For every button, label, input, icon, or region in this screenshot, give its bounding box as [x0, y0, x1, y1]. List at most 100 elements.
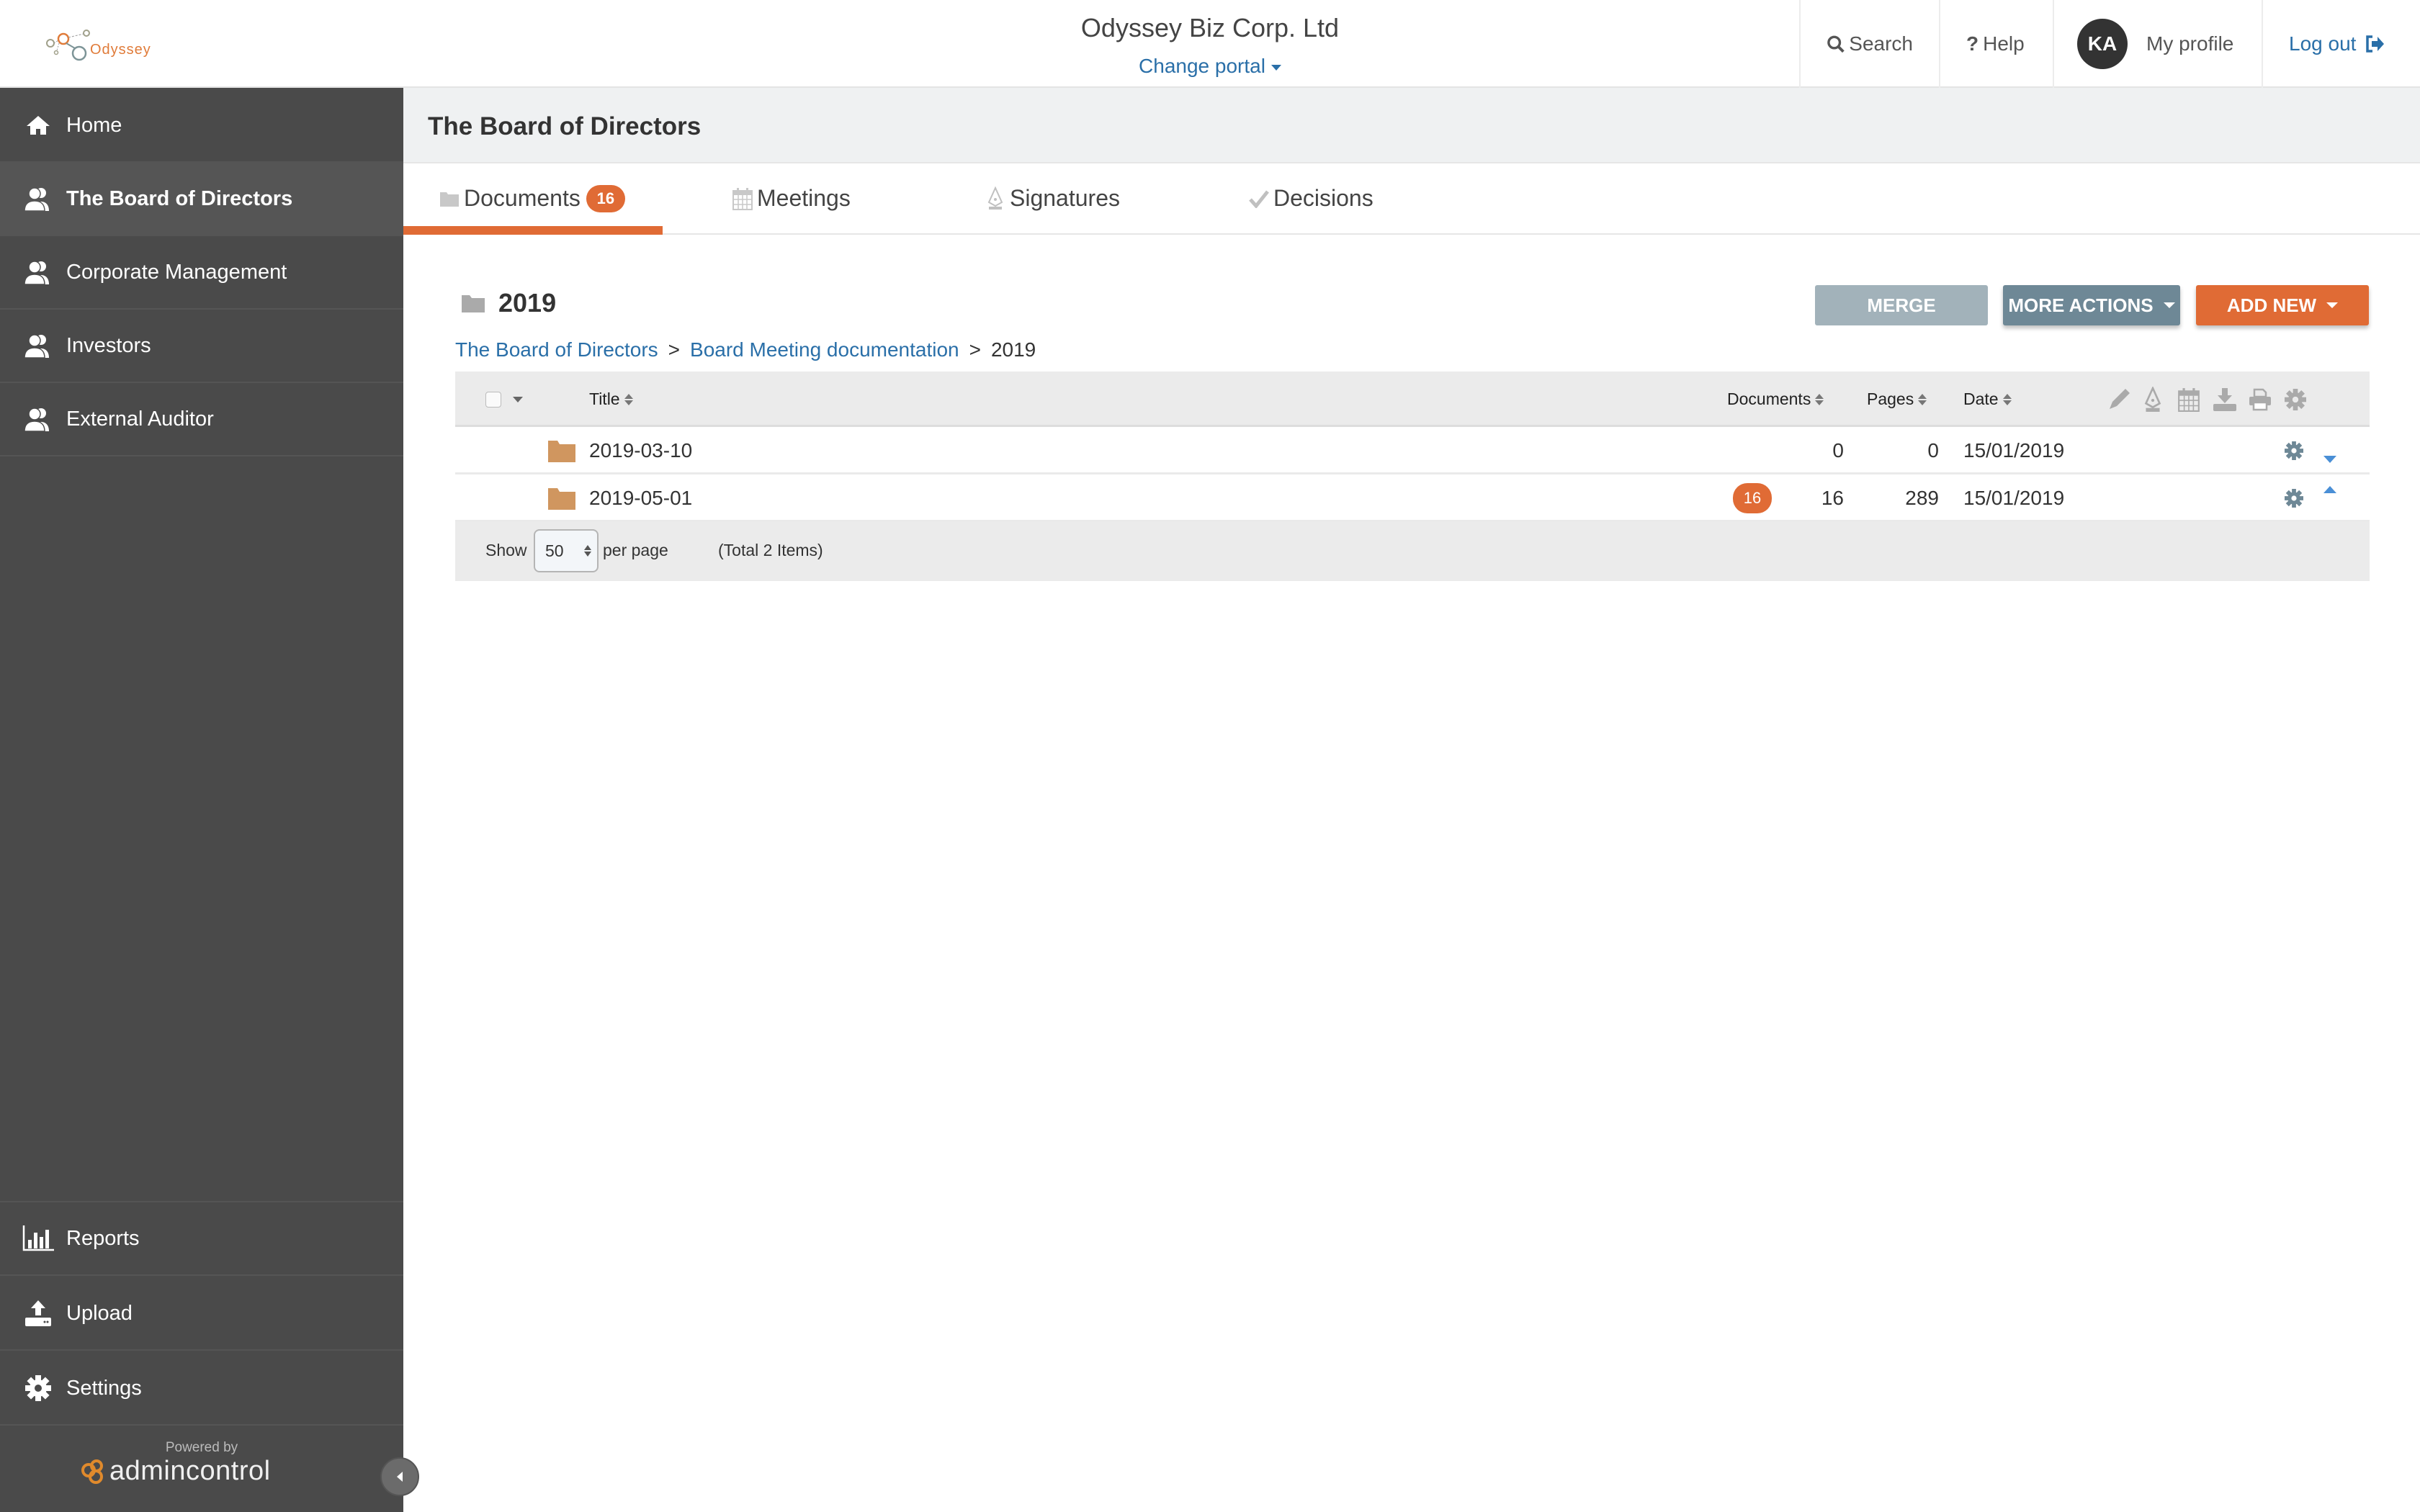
row-title[interactable]: 2019-05-01	[589, 474, 692, 522]
total-items-label: (Total 2 Items)	[718, 541, 823, 559]
chevron-down-icon	[2326, 302, 2339, 308]
tab-signatures[interactable]: Signatures	[985, 163, 1120, 233]
bulk-print-button[interactable]	[2249, 372, 2272, 427]
row-settings-button[interactable]	[2285, 427, 2303, 474]
select-all-checkbox[interactable]	[485, 372, 501, 427]
logout-icon	[2366, 35, 2385, 53]
brand-name: admincontrol	[109, 1456, 271, 1486]
sidebar-item-upload[interactable]: Upload	[0, 1277, 403, 1351]
breadcrumb-separator: >	[969, 338, 981, 361]
chevron-down-icon	[513, 396, 523, 402]
bulk-meeting-button[interactable]	[2178, 372, 2200, 427]
bulk-download-button[interactable]	[2213, 372, 2236, 427]
table-row[interactable]: 2019-03-10 0 0 15/01/2019	[455, 427, 2370, 474]
folder-icon	[440, 192, 459, 207]
sidebar-item-label: The Board of Directors	[66, 186, 293, 210]
sidebar-item-investors[interactable]: Investors	[0, 310, 403, 383]
column-documents[interactable]: Documents	[1727, 372, 1824, 427]
checkmark-icon	[1249, 189, 1269, 208]
row-title[interactable]: 2019-03-10	[589, 427, 692, 474]
column-date[interactable]: Date	[1963, 372, 2012, 427]
tab-label: Meetings	[757, 185, 851, 211]
more-actions-label: MORE ACTIONS	[2008, 294, 2154, 316]
sidebar-item-corporate-management[interactable]: Corporate Management	[0, 236, 403, 310]
change-portal-label: Change portal	[1139, 55, 1265, 77]
add-new-button[interactable]: ADD NEW	[2196, 285, 2369, 325]
upload-icon	[22, 1297, 55, 1330]
folder-heading: 2019	[461, 288, 556, 318]
tab-decisions[interactable]: Decisions	[1249, 163, 1373, 233]
help-button[interactable]: ? Help	[1939, 0, 2053, 88]
top-bar: Odyssey Odyssey Biz Corp. Ltd Change por…	[0, 0, 2420, 88]
breadcrumb-board-of-directors[interactable]: The Board of Directors	[455, 338, 658, 361]
search-button[interactable]: Search	[1799, 0, 1939, 88]
chevron-down-icon	[1270, 64, 1281, 71]
column-title[interactable]: Title	[589, 372, 633, 427]
row-pages: 289	[1905, 487, 1939, 509]
sort-icon	[2002, 393, 2012, 405]
gear-icon	[2285, 388, 2306, 410]
folder-icon	[547, 427, 576, 474]
sidebar-item-home[interactable]: Home	[0, 89, 403, 163]
breadcrumb-separator: >	[668, 338, 681, 361]
sidebar-item-settings[interactable]: Settings	[0, 1352, 403, 1426]
gear-icon	[2285, 489, 2303, 508]
per-page-select[interactable]: 50	[534, 529, 599, 572]
gear-icon	[2285, 441, 2303, 460]
select-options-dropdown[interactable]	[513, 372, 523, 427]
tab-label: Decisions	[1273, 185, 1373, 211]
tab-label: Documents	[464, 185, 581, 211]
table-header: Title Documents Pages Date	[455, 372, 2370, 427]
change-portal-dropdown[interactable]: Change portal	[1008, 55, 1412, 78]
sidebar-item-external-auditor[interactable]: External Auditor	[0, 383, 403, 456]
bar-chart-icon	[22, 1222, 55, 1255]
column-pages[interactable]: Pages	[1867, 372, 1927, 427]
more-actions-button[interactable]: MORE ACTIONS	[2003, 285, 2180, 325]
merge-button[interactable]: MERGE	[1815, 285, 1988, 325]
edit-icon	[2110, 388, 2130, 409]
users-icon	[22, 256, 55, 289]
logout-button[interactable]: Log out	[2262, 0, 2420, 88]
row-settings-button[interactable]	[2285, 474, 2303, 522]
move-up-button[interactable]	[2323, 466, 2336, 513]
admincontrol-logo: admincontrol	[81, 1456, 271, 1487]
per-page-value: 50	[545, 541, 564, 560]
table-row[interactable]: 2019-05-01 16 16 289 15/01/2019	[455, 474, 2370, 522]
arrow-down-icon	[2323, 456, 2336, 463]
powered-by-label: Powered by	[165, 1440, 238, 1455]
home-icon	[22, 109, 55, 142]
bulk-sign-button[interactable]	[2142, 372, 2164, 427]
users-icon	[22, 402, 55, 436]
sidebar-item-label: Reports	[66, 1226, 140, 1250]
documents-table: Title Documents Pages Date 2019-03-10 0 …	[455, 372, 2370, 581]
spinner-icon	[584, 545, 591, 557]
tab-meetings[interactable]: Meetings	[732, 163, 851, 233]
sidebar-item-label: Investors	[66, 333, 151, 357]
breadcrumb-current: 2019	[990, 338, 1036, 361]
page-title-bar: The Board of Directors	[403, 88, 2420, 163]
my-profile-label: My profile	[2146, 32, 2234, 55]
folder-icon	[462, 295, 485, 312]
users-icon	[22, 182, 55, 215]
show-label: Show	[485, 541, 527, 559]
row-documents: 0	[1832, 439, 1844, 462]
sidebar-item-reports[interactable]: Reports	[0, 1202, 403, 1276]
bulk-edit-button[interactable]	[2107, 372, 2131, 427]
row-pages: 0	[1927, 439, 1939, 462]
sidebar-item-board-of-directors[interactable]: The Board of Directors	[0, 163, 403, 236]
arrow-up-icon	[2323, 486, 2336, 493]
per-page-label: per page	[603, 541, 668, 559]
tab-documents[interactable]: Documents 16	[403, 163, 663, 235]
sidebar-item-label: Upload	[66, 1301, 133, 1325]
gear-icon	[22, 1372, 55, 1405]
print-icon	[2249, 388, 2271, 410]
new-documents-badge: 16	[1733, 483, 1772, 513]
collapse-sidebar-button[interactable]	[380, 1457, 419, 1496]
my-profile-button[interactable]: KA My profile	[2053, 0, 2262, 88]
sidebar-item-label: Settings	[66, 1376, 142, 1400]
breadcrumb: The Board of Directors > Board Meeting d…	[455, 338, 1036, 361]
checkbox[interactable]	[485, 391, 501, 408]
breadcrumb-board-meeting-documentation[interactable]: Board Meeting documentation	[690, 338, 959, 361]
chevron-down-icon	[2163, 302, 2175, 308]
bulk-settings-button[interactable]	[2285, 372, 2306, 427]
